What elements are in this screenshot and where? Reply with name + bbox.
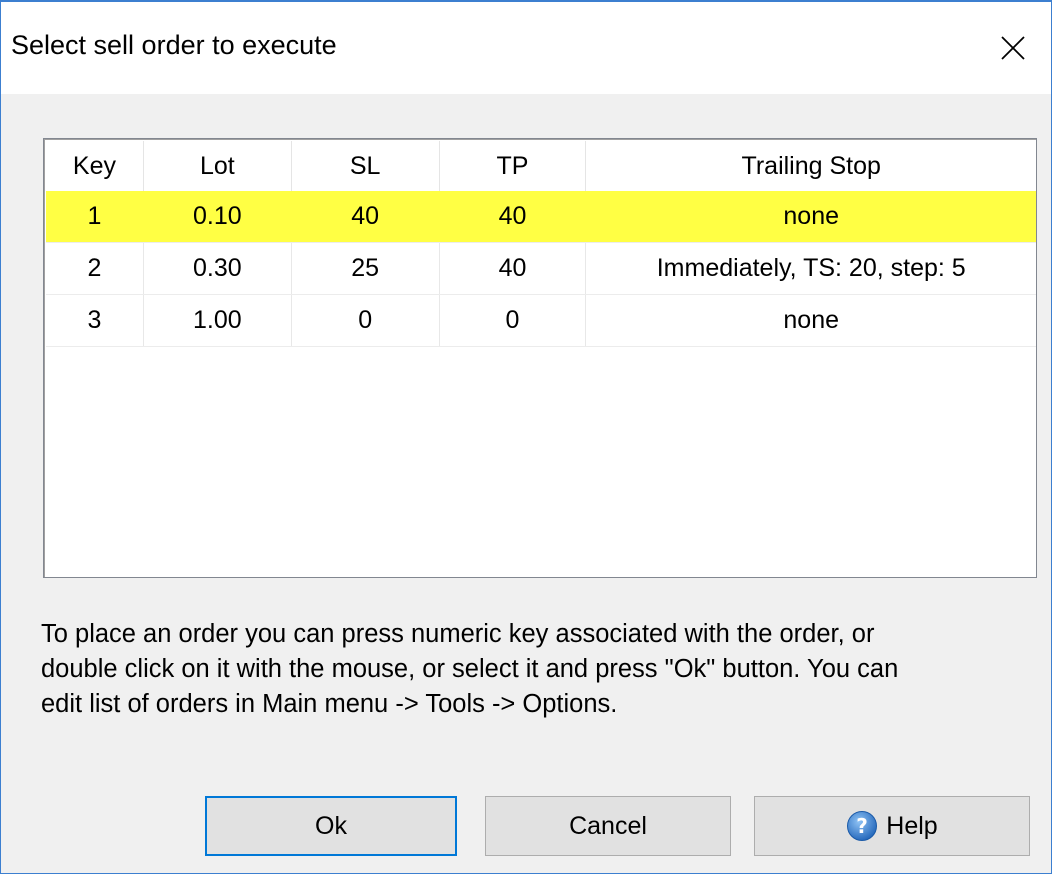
help-icon: ? (846, 810, 878, 842)
cell-lot: 0.30 (143, 242, 292, 295)
cell-trailing-stop: Immediately, TS: 20, step: 5 (585, 242, 1036, 295)
instructions-line: edit list of orders in Main menu -> Tool… (41, 690, 618, 718)
cancel-button[interactable]: Cancel (485, 796, 731, 856)
table-row[interactable]: 2 0.30 25 40 Immediately, TS: 20, step: … (46, 242, 1036, 295)
cell-key: 2 (46, 242, 144, 295)
instructions-line: double click on it with the mouse, or se… (41, 655, 899, 683)
column-header-lot[interactable]: Lot (143, 141, 292, 191)
table-row[interactable]: 3 1.00 0 0 none (46, 294, 1036, 347)
close-button[interactable] (975, 2, 1051, 94)
svg-text:?: ? (856, 814, 868, 838)
cell-tp: 0 (439, 294, 587, 347)
cell-tp: 40 (439, 242, 587, 295)
cell-key: 1 (46, 191, 144, 243)
instructions-text: To place an order you can press numeric … (41, 617, 1041, 722)
column-header-key[interactable]: Key (46, 141, 144, 191)
cell-key: 3 (46, 294, 144, 347)
column-header-tp[interactable]: TP (439, 141, 587, 191)
cell-sl: 25 (291, 242, 440, 295)
title-bar: Select sell order to execute (1, 2, 1051, 94)
ok-button[interactable]: Ok (205, 796, 457, 856)
header-row: Key Lot SL TP Trailing Stop (46, 141, 1036, 191)
orders-list[interactable]: Key Lot SL TP Trailing Stop 1 0.10 40 40… (43, 138, 1037, 578)
table-row[interactable]: 1 0.10 40 40 none (46, 191, 1036, 243)
ok-button-label: Ok (315, 811, 347, 840)
cell-lot: 1.00 (143, 294, 292, 347)
cancel-button-label: Cancel (569, 811, 647, 840)
column-header-trailing-stop[interactable]: Trailing Stop (585, 141, 1036, 191)
cell-trailing-stop: none (585, 294, 1036, 347)
close-icon (1001, 36, 1025, 60)
dialog-window: Select sell order to execute Key Lot SL … (0, 0, 1052, 874)
instructions-line: To place an order you can press numeric … (41, 620, 875, 648)
cell-sl: 0 (291, 294, 440, 347)
help-button[interactable]: ? Help (754, 796, 1030, 856)
cell-sl: 40 (291, 191, 440, 243)
help-button-label: Help (886, 811, 938, 840)
column-header-sl[interactable]: SL (291, 141, 440, 191)
window-title: Select sell order to execute (11, 30, 337, 60)
cell-trailing-stop: none (585, 191, 1036, 243)
cell-tp: 40 (439, 191, 587, 243)
cell-lot: 0.10 (143, 191, 292, 243)
orders-table: Key Lot SL TP Trailing Stop 1 0.10 40 40… (46, 141, 1036, 347)
